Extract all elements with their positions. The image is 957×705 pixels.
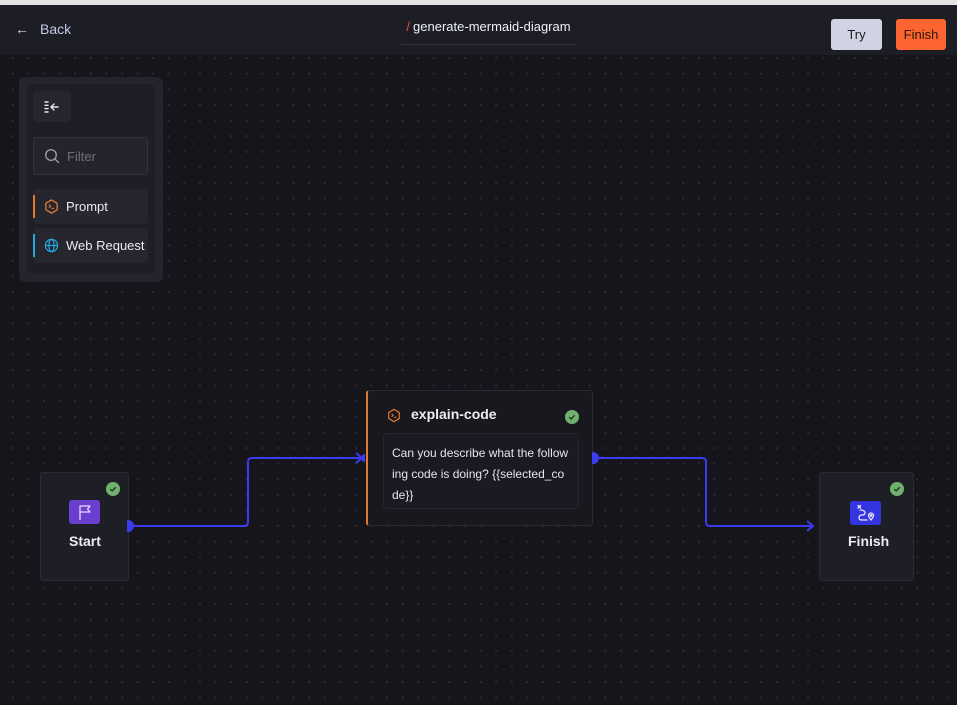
palette-item-label: Prompt [66,199,108,214]
flow-title-text: generate-mermaid-diagram [413,19,571,34]
start-node[interactable]: Start [40,472,129,581]
prompt-preview: Can you describe what the following code… [383,433,579,509]
explain-code-input-handle[interactable] [361,454,365,462]
prompt-hexagon-icon [388,408,400,423]
flow-title[interactable]: / generate-mermaid-diagram [401,17,576,45]
globe-icon [44,238,59,253]
collapse-palette-button[interactable] [33,91,71,122]
status-success-icon [565,410,579,424]
filter-field[interactable] [33,137,148,175]
finish-icon-box [850,501,881,525]
filter-input[interactable] [67,148,137,164]
arrow-left-icon: ← [15,21,29,37]
title-slash: / [406,19,411,34]
back-button[interactable]: ← Back [12,18,71,40]
finish-node[interactable]: Finish [819,472,914,581]
finish-label: Finish [848,533,890,549]
route-icon [856,504,874,522]
finish-button[interactable]: Finish [896,19,946,50]
explain-code-title: explain-code [411,406,497,422]
collapse-left-icon [44,100,59,113]
status-success-icon [890,482,904,496]
header-bar: ← Back / generate-mermaid-diagram Try Fi… [0,5,957,55]
search-icon [44,148,60,164]
explain-code-node[interactable]: explain-code Can you describe what the f… [366,390,593,526]
web-request-accent-bar [33,234,35,257]
flag-icon [78,504,91,520]
status-success-icon [106,482,120,496]
palette-item-prompt[interactable]: Prompt [33,189,148,224]
back-label: Back [40,21,72,37]
start-label: Start [69,533,101,549]
palette-item-label: Web Request [66,238,145,253]
palette-item-web-request[interactable]: Web Request [33,228,148,263]
try-button[interactable]: Try [831,19,882,50]
prompt-accent-bar [33,195,35,218]
prompt-hexagon-icon [45,199,58,214]
start-icon-box [69,500,100,524]
